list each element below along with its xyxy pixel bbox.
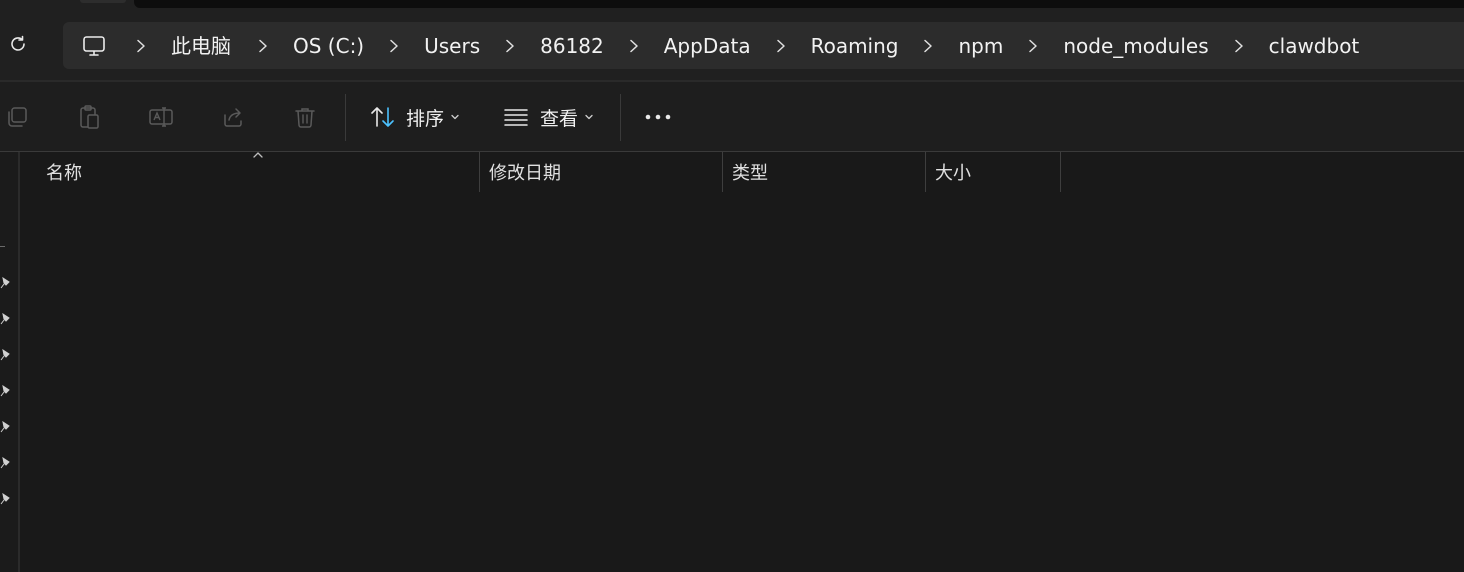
more-dots-icon [645,114,671,120]
pin-icon[interactable] [0,421,12,435]
breadcrumb-os-c[interactable]: OS (C:) [293,36,364,56]
navigation-pane [0,152,18,572]
breadcrumb-this-pc[interactable]: 此电脑 [171,36,231,56]
breadcrumb-clawdbot[interactable]: clawdbot [1269,36,1360,56]
breadcrumb-separator[interactable] [775,38,787,54]
copy-button[interactable] [4,104,30,130]
chevron-right-icon [1029,39,1038,52]
address-bar[interactable]: 此电脑 OS (C:) Users 86182 AppData Roaming [63,22,1464,69]
command-bar: 排序 查看 [0,82,1464,151]
view-label: 查看 [540,107,579,130]
column-resize-handle[interactable] [479,152,480,192]
pin-icon[interactable] [0,385,12,399]
tab-strip [0,0,1464,18]
share-icon [224,108,242,127]
address-row: 此电脑 OS (C:) Users 86182 AppData Roaming [0,18,1464,80]
column-header-size-label: 大小 [935,163,971,184]
list-view-icon [504,109,528,126]
file-list[interactable] [20,192,1464,572]
chevron-right-icon [924,39,933,52]
paste-button[interactable] [76,104,102,130]
sort-arrows-icon [371,107,394,127]
column-header-type-label: 类型 [732,163,768,184]
sort-label: 排序 [406,107,445,130]
column-header-size[interactable]: 大小 [935,152,1059,192]
pin-icon[interactable] [0,277,12,291]
chevron-right-icon [630,39,638,52]
column-header-date-modified[interactable]: 修改日期 [489,152,721,192]
breadcrumb-separator[interactable] [628,38,640,54]
title-area [134,0,1464,8]
chevron-right-icon [137,39,145,52]
pin-icon[interactable] [0,349,12,363]
trash-icon [295,108,315,128]
breadcrumb-separator[interactable] [388,38,400,54]
tab-stub[interactable] [80,0,126,3]
chevron-down-icon [584,113,594,121]
column-resize-handle[interactable] [722,152,723,192]
toolbar-separator [620,94,621,141]
breadcrumb-separator[interactable] [1027,38,1039,54]
column-header-date-label: 修改日期 [489,163,561,184]
copy-icon [8,107,27,127]
breadcrumb-separator[interactable] [1233,38,1245,54]
file-explorer-window: 此电脑 OS (C:) Users 86182 AppData Roaming [0,0,1464,572]
breadcrumb-user-folder[interactable]: 86182 [540,36,604,56]
chevron-down-icon [450,113,460,121]
breadcrumb-roaming[interactable]: Roaming [811,36,899,56]
delete-button[interactable] [292,104,318,130]
breadcrumb-npm[interactable]: npm [958,36,1003,56]
breadcrumb-node-modules[interactable]: node_modules [1063,36,1208,56]
column-header-type[interactable]: 类型 [732,152,924,192]
rename-button[interactable] [148,104,174,130]
column-header-name[interactable]: 名称 [46,152,478,192]
breadcrumb-appdata[interactable]: AppData [664,36,751,56]
pin-icon[interactable] [0,457,12,471]
pin-icon[interactable] [0,313,12,327]
nav-divider [0,246,5,247]
pin-icon[interactable] [0,493,12,507]
column-resize-handle[interactable] [925,152,926,192]
column-header-name-label: 名称 [46,163,82,184]
view-button[interactable]: 查看 [504,102,594,132]
chevron-right-icon [776,39,785,52]
refresh-icon [11,35,25,51]
chevron-right-icon [259,39,267,52]
refresh-button[interactable] [4,30,32,58]
toolbar-separator [345,94,346,141]
breadcrumb-separator[interactable] [504,38,516,54]
see-more-button[interactable] [644,104,672,130]
share-button[interactable] [220,104,246,130]
computer-icon [83,35,105,56]
breadcrumb-separator[interactable] [922,38,934,54]
rename-icon [149,107,173,127]
breadcrumb-users[interactable]: Users [424,36,480,56]
paste-icon [80,105,99,129]
sort-button[interactable]: 排序 [370,102,460,132]
column-resize-handle[interactable] [1060,152,1061,192]
breadcrumb-separator[interactable] [257,38,269,54]
chevron-right-icon [506,39,514,52]
chevron-right-icon [390,39,398,52]
chevron-right-icon [1234,39,1243,52]
breadcrumb-separator[interactable] [135,38,147,54]
this-pc-button[interactable] [81,33,107,59]
